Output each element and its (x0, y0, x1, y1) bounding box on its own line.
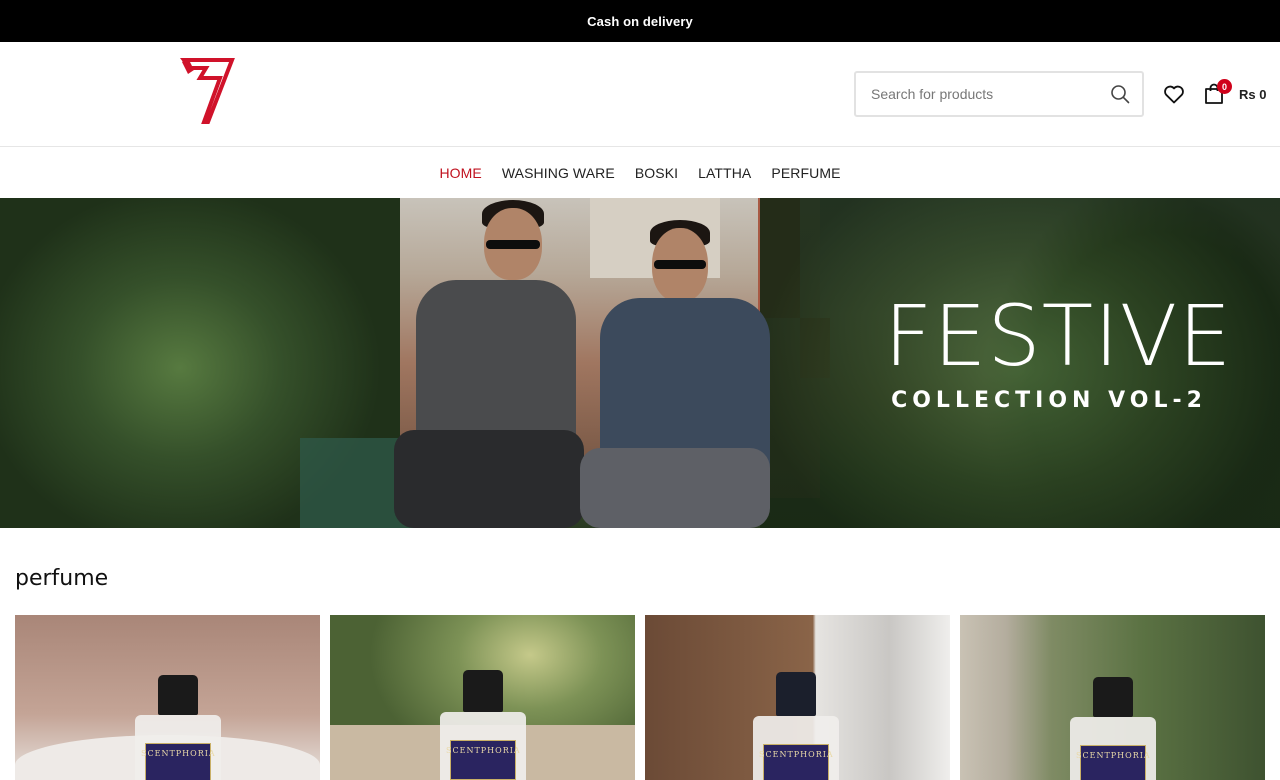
nav-item-lattha[interactable]: LATTHA (688, 165, 761, 181)
bottle-label-text: SCENTPHORIA (1076, 751, 1151, 760)
cart-count-badge: 0 (1217, 79, 1232, 94)
nav-item-perfume[interactable]: PERFUME (761, 165, 850, 181)
perfume-bottle: SCENTPHORIA (135, 675, 221, 780)
product-card[interactable]: SCENTPHORIA (645, 615, 950, 780)
brand-logo[interactable] (178, 56, 236, 126)
search-icon (1111, 85, 1130, 104)
perfume-bottle: SCENTPHORIA (1070, 677, 1156, 780)
announcement-bar: Cash on delivery (0, 0, 1280, 42)
nav-item-home[interactable]: HOME (429, 165, 491, 181)
cart-total[interactable]: Rs 0 (1239, 87, 1266, 102)
heart-icon[interactable] (1162, 82, 1186, 106)
main-nav: HOME WASHING WARE BOSKI LATTHA PERFUME (0, 147, 1280, 198)
product-card[interactable]: SCENTPHORIA (330, 615, 635, 780)
product-card[interactable]: SCENTPHORIA (15, 615, 320, 780)
bottle-label-text: SCENTPHORIA (446, 746, 521, 755)
model-right (580, 198, 780, 528)
search-button[interactable] (1098, 73, 1142, 115)
search-box (854, 71, 1144, 117)
hero-banner[interactable]: FESTIVE COLLECTION VOL-2 (0, 198, 1280, 528)
section-title: perfume (15, 566, 109, 591)
bottle-label-text: SCENTPHORIA (141, 749, 216, 758)
announcement-text: Cash on delivery (587, 13, 693, 29)
nav-item-boski[interactable]: BOSKI (625, 165, 688, 181)
site-header: 0 Rs 0 (0, 42, 1280, 147)
hero-title: FESTIVE (884, 287, 1233, 385)
perfume-bottle: SCENTPHORIA (753, 672, 839, 780)
product-card[interactable]: SCENTPHORIA (960, 615, 1265, 780)
perfume-bottle: SCENTPHORIA (440, 670, 526, 780)
hero-subtitle: COLLECTION VOL-2 (891, 388, 1207, 413)
bottle-label-text: SCENTPHORIA (759, 750, 834, 759)
nav-item-washing-ware[interactable]: WASHING WARE (492, 165, 625, 181)
model-left (380, 198, 584, 528)
search-input[interactable] (856, 73, 1098, 115)
